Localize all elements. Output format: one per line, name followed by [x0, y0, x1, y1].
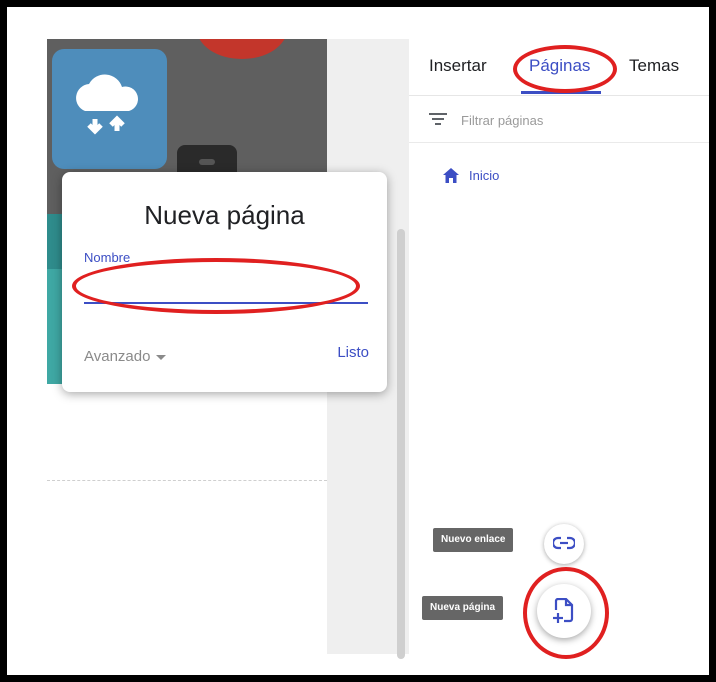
- tab-themes[interactable]: Temas: [629, 56, 679, 76]
- decorative-red-shape: [197, 39, 287, 59]
- advanced-dropdown[interactable]: Avanzado: [84, 348, 167, 365]
- section-divider: [47, 480, 327, 481]
- scrollbar-thumb[interactable]: [397, 229, 405, 659]
- new-page-button[interactable]: [537, 584, 591, 638]
- new-link-tooltip: Nuevo enlace: [433, 528, 514, 552]
- tab-insert[interactable]: Insertar: [429, 56, 487, 76]
- home-icon: [443, 167, 459, 183]
- filter-bar: [409, 96, 709, 143]
- screenshot-frame: Nueva página Nombre Avanzado Listo Inser…: [0, 0, 716, 682]
- side-panel: Insertar Páginas Temas Inicio Nuevo enla…: [409, 39, 709, 659]
- page-item-label: Inicio: [469, 167, 500, 183]
- filter-icon: [429, 113, 447, 125]
- panel-tabs: Insertar Páginas Temas: [409, 39, 709, 96]
- page-item-home[interactable]: Inicio: [443, 164, 499, 186]
- cloud-sync-icon: [52, 49, 167, 169]
- caret-down-icon: [156, 354, 167, 360]
- dialog-title: Nueva página: [144, 200, 305, 230]
- new-page-dialog: Nueva página Nombre Avanzado Listo: [62, 172, 387, 392]
- name-field-label: Nombre: [84, 250, 131, 265]
- advanced-label: Avanzado: [84, 348, 151, 365]
- link-icon: [553, 536, 575, 550]
- tab-pages[interactable]: Páginas: [529, 56, 590, 76]
- filter-pages-input[interactable]: [459, 109, 693, 131]
- done-button[interactable]: Listo: [337, 344, 369, 361]
- add-page-icon: [553, 598, 574, 623]
- new-page-tooltip: Nueva página: [422, 596, 504, 620]
- page-name-input[interactable]: [84, 272, 368, 304]
- new-link-button[interactable]: [544, 524, 584, 564]
- active-tab-indicator: [521, 91, 601, 94]
